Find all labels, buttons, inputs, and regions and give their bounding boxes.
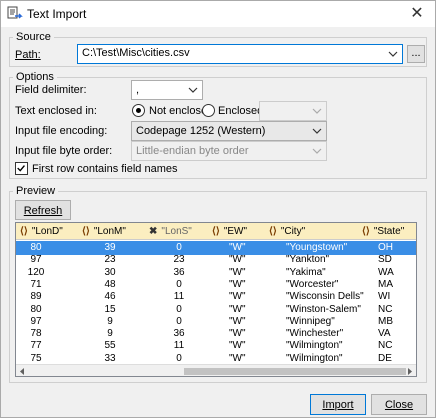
type-braces-icon: ⟨⟩ xyxy=(269,226,277,237)
first-row-label: First row contains field names xyxy=(32,163,178,175)
close-button[interactable]: Close xyxy=(371,394,427,415)
chevron-down-icon xyxy=(312,148,322,154)
field-delimiter-select[interactable]: , xyxy=(131,80,203,100)
chevron-down-icon xyxy=(312,108,322,114)
chevron-down-icon xyxy=(388,51,398,57)
chevron-down-icon xyxy=(188,87,198,93)
preview-legend: Preview xyxy=(13,185,59,197)
col-header-city[interactable]: ⟨⟩ "City" xyxy=(269,223,305,240)
preview-grid[interactable]: ⟨⟩ "LonD" ⟨⟩ "LonM" ✖ "LonS" ⟨⟩ "EW" ⟨⟩ "City… xyxy=(15,222,417,377)
scroll-left-arrow-icon[interactable] xyxy=(18,367,27,376)
import-button[interactable]: Import xyxy=(310,394,366,415)
type-braces-icon: ⟨⟩ xyxy=(20,226,28,237)
type-braces-icon: ⟨⟩ xyxy=(82,226,90,237)
excluded-column-icon: ✖ xyxy=(149,226,158,237)
field-delimiter-label: Field delimiter: xyxy=(15,84,87,96)
enclosed-radio[interactable] xyxy=(202,104,215,117)
window-title: Text Import xyxy=(27,7,87,21)
col-header-state[interactable]: ⟨⟩ "State" xyxy=(362,223,404,240)
scroll-right-arrow-icon[interactable] xyxy=(405,367,414,376)
chevron-down-icon xyxy=(312,128,322,134)
path-input[interactable]: C:\Test\Misc\cities.csv xyxy=(77,44,403,64)
byte-order-label: Input file byte order: xyxy=(15,145,113,157)
col-header-lond[interactable]: ⟨⟩ "LonD" xyxy=(20,223,63,240)
col-header-lons[interactable]: ✖ "LonS" xyxy=(149,223,192,240)
horizontal-scrollbar[interactable] xyxy=(16,364,416,376)
checkmark-icon xyxy=(17,165,25,172)
refresh-button[interactable]: Refresh xyxy=(15,200,71,220)
encoding-label: Input file encoding: xyxy=(15,125,108,137)
source-legend: Source xyxy=(13,31,54,43)
scrollbar-thumb[interactable] xyxy=(184,368,406,375)
byte-order-select[interactable]: Little-endian byte order xyxy=(131,141,327,161)
options-legend: Options xyxy=(13,71,57,83)
type-braces-icon: ⟨⟩ xyxy=(362,226,370,237)
path-label: Path: xyxy=(15,49,41,61)
enclosed-label: Enclosed xyxy=(218,105,264,117)
text-import-dialog: Text Import ✕ Source Path: C:\Test\Misc\… xyxy=(0,0,436,418)
encoding-select[interactable]: Codepage 1252 (Western) xyxy=(131,121,327,141)
col-header-ew[interactable]: ⟨⟩ "EW" xyxy=(212,223,247,240)
text-import-app-icon xyxy=(7,6,23,19)
type-braces-icon: ⟨⟩ xyxy=(212,226,220,237)
not-enclosed-radio[interactable] xyxy=(132,104,145,117)
first-row-checkbox[interactable] xyxy=(15,162,28,175)
browse-button[interactable]: ... xyxy=(407,45,425,63)
text-enclosed-label: Text enclosed in: xyxy=(15,105,97,117)
close-window-icon[interactable]: ✕ xyxy=(407,4,427,24)
grid-header: ⟨⟩ "LonD" ⟨⟩ "LonM" ✖ "LonS" ⟨⟩ "EW" ⟨⟩ "City… xyxy=(16,223,416,240)
col-header-lonm[interactable]: ⟨⟩ "LonM" xyxy=(82,223,126,240)
enclosure-char-select[interactable] xyxy=(259,101,327,121)
title-bar: Text Import ✕ xyxy=(1,1,435,27)
